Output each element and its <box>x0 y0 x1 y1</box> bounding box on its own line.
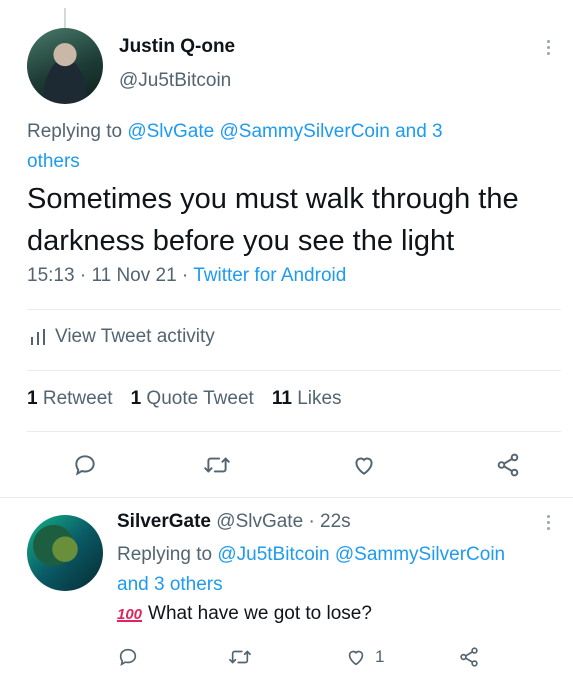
reply-replying-to: Replying to @Ju5tBitcoin @SammySilverCoi… <box>117 540 562 600</box>
reply-button[interactable] <box>68 448 102 482</box>
likes-label: Likes <box>297 388 342 409</box>
share-button[interactable] <box>491 448 525 482</box>
meta-separator: · <box>79 265 87 286</box>
reply-retweet-button[interactable] <box>228 643 252 671</box>
likes-stat[interactable]: 11 Likes <box>272 388 342 410</box>
reply-like-count: 1 <box>375 647 385 666</box>
like-button[interactable] <box>347 448 381 482</box>
more-icon[interactable] <box>538 515 558 530</box>
reply-icon <box>75 455 95 476</box>
reply-mention-more[interactable]: and 3 <box>395 121 443 142</box>
reply-text-body: What have we got to lose? <box>148 603 372 624</box>
reply-mention-ju5tbitcoin[interactable]: @Ju5tBitcoin <box>217 544 329 565</box>
tweet-stats: 1 Retweet 1 Quote Tweet 11 Likes <box>27 388 342 410</box>
reply-author-name[interactable]: SilverGate <box>117 511 211 532</box>
share-icon <box>497 453 519 477</box>
quotes-label: Quote Tweet <box>146 388 254 409</box>
quotes-count: 1 <box>130 388 142 409</box>
divider <box>27 309 561 310</box>
replying-to-label: Replying to <box>27 121 123 142</box>
divider <box>27 431 561 432</box>
reply-age[interactable]: 22s <box>320 511 351 532</box>
reply-share-button[interactable] <box>458 643 480 671</box>
tweet-source[interactable]: Twitter for Android <box>193 265 346 286</box>
author-name[interactable]: Justin Q-one <box>119 36 235 58</box>
replying-to: Replying to @SlvGate @SammySilverCoin an… <box>27 117 547 177</box>
more-icon[interactable] <box>538 40 558 55</box>
reply-text: 100 What have we got to lose? <box>117 603 372 625</box>
reply-actions: 1 <box>0 643 573 671</box>
retweet-icon <box>229 650 251 664</box>
retweets-stat[interactable]: 1 Retweet <box>27 388 113 410</box>
reply-like-button[interactable]: 1 <box>345 643 384 671</box>
reply-header: SilverGate @SlvGate · 22s <box>117 511 351 533</box>
retweets-count: 1 <box>27 388 38 409</box>
reply-icon <box>119 648 137 667</box>
like-icon <box>355 457 373 475</box>
tweet-text: Sometimes you must walk through the dark… <box>27 183 519 257</box>
like-icon <box>348 650 364 666</box>
divider <box>27 370 561 371</box>
meta-separator: · <box>181 265 189 286</box>
thread-connector-line <box>64 8 66 28</box>
tweet-actions <box>0 448 573 482</box>
reply-reply-button[interactable] <box>117 643 139 671</box>
likes-count: 11 <box>271 388 292 409</box>
reply-mention-sammysilvercoin[interactable]: @SammySilverCoin <box>335 544 505 565</box>
share-icon <box>460 647 478 667</box>
reply-mention-slvgate[interactable]: @SlvGate <box>127 121 214 142</box>
meta-separator: · <box>308 511 315 532</box>
tweet-time[interactable]: 15:13 <box>27 265 75 286</box>
reply-mention-others[interactable]: and 3 others <box>117 574 223 595</box>
reply-mention-sammysilvercoin[interactable]: @SammySilverCoin <box>220 121 390 142</box>
author-handle[interactable]: @Ju5tBitcoin <box>119 70 231 92</box>
view-activity-button[interactable]: View Tweet activity <box>29 326 215 348</box>
hundred-points-emoji: 100 <box>117 605 143 623</box>
author-avatar[interactable] <box>27 28 103 104</box>
bar-chart-icon <box>31 329 45 345</box>
reply-author-handle[interactable]: @SlvGate <box>216 511 303 532</box>
reply-mention-others[interactable]: others <box>27 151 80 172</box>
reply-author-avatar[interactable] <box>27 515 103 591</box>
view-activity-label: View Tweet activity <box>55 326 215 347</box>
tweet-date[interactable]: 11 Nov 21 <box>91 265 176 286</box>
replying-to-label: Replying to <box>117 544 213 565</box>
retweet-button[interactable] <box>200 448 234 482</box>
tweet-meta: 15:13 · 11 Nov 21 · Twitter for Android <box>27 265 346 287</box>
retweet-icon <box>204 457 230 473</box>
divider <box>0 497 573 498</box>
retweets-label: Retweet <box>42 388 113 409</box>
quotes-stat[interactable]: 1 Quote Tweet <box>131 388 254 410</box>
